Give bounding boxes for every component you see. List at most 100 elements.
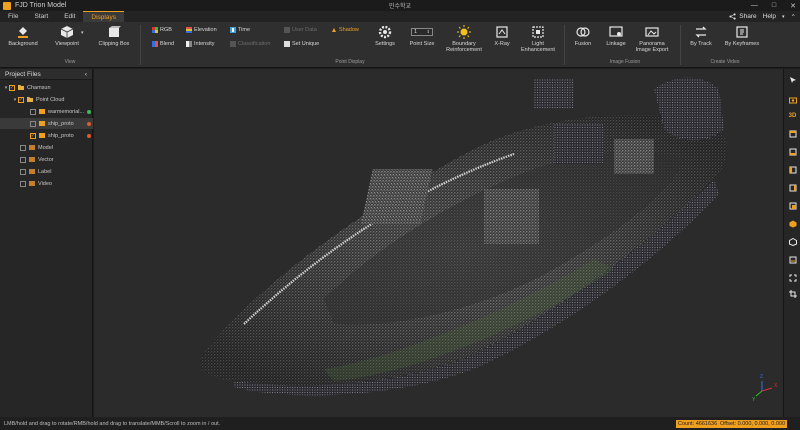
right-view-icon[interactable] <box>788 201 797 210</box>
shadow-icon <box>332 28 336 32</box>
cursor-icon[interactable] <box>788 75 797 84</box>
tree-item-point-cloud[interactable]: ▾ ✓ Point Cloud <box>0 94 93 105</box>
viewpoint-dropdown-icon[interactable]: ▾ <box>81 30 84 36</box>
linkage-icon <box>609 26 623 37</box>
tree-item-video[interactable]: Video <box>0 178 93 189</box>
light-enhancement-button[interactable]: Light Enhancement <box>518 25 558 53</box>
tree-item-chamsun[interactable]: ▾ ✓ Chamsun <box>0 82 93 93</box>
checkbox[interactable] <box>20 168 26 175</box>
collapse-panel-icon[interactable]: ‹ <box>85 71 87 78</box>
stepper-arrows-icon: ⇕ <box>426 29 430 34</box>
checkbox[interactable] <box>20 180 26 187</box>
box-view-icon[interactable] <box>788 237 797 246</box>
panorama-export-button[interactable]: Panorama Image Export <box>632 25 672 53</box>
linkage-button[interactable]: Linkage <box>602 25 630 47</box>
checkbox[interactable] <box>20 156 26 163</box>
point-size-stepper[interactable]: 1 ⇕ <box>411 28 433 36</box>
blend-button[interactable]: Blend <box>152 41 174 47</box>
3d-viewport[interactable]: X Z Y <box>94 69 783 417</box>
checkbox[interactable] <box>30 120 36 127</box>
right-toolbar: 3D <box>783 69 800 417</box>
checkbox[interactable]: ✓ <box>30 132 36 139</box>
tree-item-label: ship_proto <box>48 132 74 139</box>
by-track-button[interactable]: By Track <box>686 25 716 47</box>
bottom-view-icon[interactable] <box>788 255 797 264</box>
video-icon <box>29 181 35 186</box>
set-unique-label: Set Unique <box>292 41 320 47</box>
time-label: Time <box>238 27 251 33</box>
background-button[interactable]: Background <box>8 25 38 47</box>
time-button[interactable]: Time <box>230 27 250 33</box>
menu-file[interactable]: File <box>0 11 26 22</box>
set-unique-button[interactable]: Set Unique <box>284 41 319 47</box>
crop-icon[interactable] <box>788 289 797 298</box>
side-view-icon[interactable] <box>788 183 797 192</box>
maximize-button[interactable]: □ <box>772 2 776 9</box>
label-icon <box>29 169 35 174</box>
by-keyframes-button[interactable]: By Keyframes <box>722 25 762 47</box>
clipping-box-button[interactable]: Clipping Box <box>96 25 132 47</box>
shadow-button[interactable]: Shadow <box>331 27 359 33</box>
fusion-button[interactable]: Fusion <box>570 25 596 47</box>
xray-icon <box>496 26 508 38</box>
model-icon <box>29 145 35 150</box>
blend-label: Blend <box>160 41 175 47</box>
clipping-box-label: Clipping Box <box>98 41 130 47</box>
tree-item-warmemorial[interactable]: warmemorial... <box>0 106 93 117</box>
navigation-hint: LMB/hold and drag to rotate/RMB/hold and… <box>4 420 221 427</box>
user-data-icon <box>284 27 290 33</box>
set-unique-icon <box>284 41 290 47</box>
paint-bucket-icon <box>18 27 28 38</box>
front-view-icon[interactable] <box>788 147 797 156</box>
classification-icon <box>230 41 236 47</box>
tree-item-ship-proto-2[interactable]: ✓ ship_proto <box>0 130 93 141</box>
menu-edit[interactable]: Edit <box>56 11 83 22</box>
help-menu[interactable]: Help <box>763 13 776 20</box>
group-label-point-display: Point Display <box>335 59 365 65</box>
top-view-icon[interactable] <box>788 129 797 138</box>
share-button[interactable]: Share <box>729 13 757 20</box>
light-label-line2: Enhancement <box>521 47 555 53</box>
tree-item-model[interactable]: Model <box>0 142 93 153</box>
cube-icon <box>60 26 74 38</box>
document-title: 민수학교 <box>388 4 412 10</box>
tree-item-vector[interactable]: Vector <box>0 154 93 165</box>
tree-item-label-folder[interactable]: Label <box>0 166 93 177</box>
boundary-reinforcement-button[interactable]: Boundary Reinforcement <box>444 25 484 53</box>
fit-icon[interactable] <box>788 273 797 282</box>
checkbox[interactable]: ✓ <box>18 96 24 103</box>
boat-point-cloud <box>200 77 728 396</box>
camera-icon[interactable] <box>788 95 797 104</box>
intensity-button[interactable]: Intensity <box>186 41 214 47</box>
menu-start[interactable]: Start <box>26 11 56 22</box>
point-size-value: 1 <box>414 29 418 35</box>
tree-item-label: Label <box>38 168 52 175</box>
share-label: Share <box>739 13 757 20</box>
point-size-control[interactable]: 1 ⇕ Point Size <box>406 25 438 47</box>
elevation-button[interactable]: Elevation <box>186 27 217 33</box>
rgb-button[interactable]: RGB <box>152 27 172 33</box>
ribbon: Background Viewpoint ▾ Clipping Box View… <box>0 22 800 68</box>
minimize-button[interactable]: — <box>751 2 758 9</box>
ribbon-separator <box>564 25 565 65</box>
classification-label: Classification <box>238 41 271 47</box>
left-view-icon[interactable] <box>788 165 797 174</box>
status-bar: LMB/hold and drag to rotate/RMB/hold and… <box>0 417 800 430</box>
panorama-export-icon <box>645 27 659 37</box>
status-dot <box>87 109 91 114</box>
xray-button[interactable]: X-Ray <box>490 25 514 47</box>
viewpoint-button[interactable]: Viewpoint <box>52 25 82 47</box>
close-button[interactable]: ✕ <box>790 2 796 10</box>
iso-view-icon[interactable] <box>788 219 797 228</box>
tree-item-ship-proto-1[interactable]: ship_proto <box>0 118 93 129</box>
3d-view-icon[interactable]: 3D <box>788 111 797 120</box>
collapse-ribbon-icon[interactable]: ⌃ <box>791 13 796 21</box>
checkbox[interactable] <box>20 144 26 151</box>
point-cloud-canvas[interactable]: X Z Y <box>94 69 783 417</box>
tree-item-label: Point Cloud <box>36 96 65 103</box>
intensity-icon <box>186 41 192 47</box>
settings-button[interactable]: Settings <box>372 25 398 47</box>
checkbox[interactable]: ✓ <box>9 84 15 91</box>
checkbox[interactable] <box>30 108 36 115</box>
menu-displays[interactable]: Displays <box>83 11 124 22</box>
